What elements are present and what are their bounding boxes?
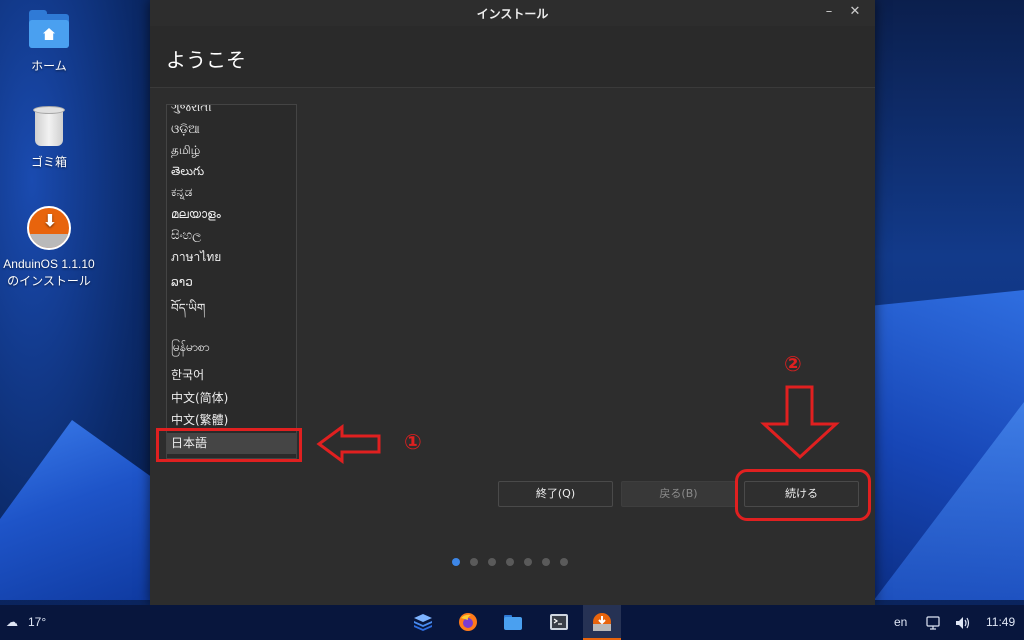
language-item[interactable]: 中文(简体)	[167, 388, 296, 409]
page-dot	[524, 558, 532, 566]
desktop-icon-label: ホーム	[31, 59, 67, 73]
language-item[interactable]: ລາວ	[167, 272, 296, 293]
language-item[interactable]: മലയാളം	[167, 204, 296, 225]
language-item[interactable]: 한국어	[167, 365, 296, 386]
language-item[interactable]: မြန်မာစာ	[167, 337, 296, 358]
cloud-icon: ☁	[6, 615, 18, 629]
taskbar-app-terminal[interactable]	[540, 605, 578, 640]
desktop-icon-label-line1: AnduinOS 1.1.10	[3, 257, 95, 271]
taskbar: ☁ 17° en 11:49	[0, 605, 1024, 640]
files-stack-icon	[414, 614, 432, 631]
window-title: インストール	[476, 7, 549, 21]
content-area: ગુજરાતી ଓଡ଼ିଆ தமிழ் తెలుగు ಕನ್ನಡ മലയാളം …	[150, 88, 875, 605]
desktop-icon-installer[interactable]: ⬇ AnduinOS 1.1.10 のインストール	[0, 206, 104, 290]
page-dot	[560, 558, 568, 566]
anduin-installer-icon: ⬇	[27, 206, 71, 250]
language-item[interactable]: ಕನ್ನಡ	[167, 182, 296, 203]
volume-icon[interactable]	[955, 616, 971, 630]
desktop-icon-trash[interactable]: ゴミ箱	[0, 104, 104, 171]
language-item[interactable]: བོད་ཡིག	[167, 298, 296, 319]
terminal-icon	[550, 614, 568, 630]
annotation-highlight-language	[156, 428, 302, 462]
language-item[interactable]: ગુજરાતી	[167, 105, 296, 118]
desktop-icon-label-line2: のインストール	[7, 274, 91, 288]
page-title: ようこそ	[166, 48, 246, 72]
close-icon[interactable]: ✕	[847, 4, 863, 20]
page-dot	[542, 558, 550, 566]
keyboard-language[interactable]: en	[894, 605, 907, 640]
folder-icon	[504, 615, 522, 630]
language-item[interactable]: ภาษาไทย	[167, 247, 296, 268]
taskbar-app-firefox[interactable]	[449, 605, 487, 640]
annotation-step-2: ②	[784, 352, 802, 376]
annotation-step-1: ①	[404, 430, 422, 454]
page-dot-active	[452, 558, 460, 566]
firefox-icon	[459, 613, 477, 631]
page-dot	[470, 558, 478, 566]
minimize-icon[interactable]: –	[821, 4, 837, 20]
annotation-arrow-down-icon	[760, 385, 840, 460]
annotation-arrow-left-icon	[316, 424, 381, 464]
back-button[interactable]: 戻る(B)	[621, 481, 736, 507]
language-item[interactable]: தமிழ்	[167, 140, 296, 161]
language-item[interactable]: සිංහල	[167, 225, 296, 246]
trash-icon	[27, 104, 71, 148]
weather-temperature: 17°	[28, 615, 47, 629]
clock[interactable]: 11:49	[986, 605, 1015, 640]
anduin-installer-icon	[593, 613, 611, 631]
taskbar-app-installer[interactable]	[583, 605, 621, 640]
language-item[interactable]: ଓଡ଼ିଆ	[167, 119, 296, 140]
taskbar-app-files[interactable]	[494, 605, 532, 640]
page-header: ようこそ	[150, 26, 875, 88]
language-list[interactable]: ગુજરાતી ଓଡ଼ିଆ தமிழ் తెలుగు ಕನ್ನಡ മലയാളം …	[166, 104, 297, 459]
page-dot	[488, 558, 496, 566]
page-dot	[506, 558, 514, 566]
annotation-highlight-continue	[735, 469, 871, 521]
desktop-icon-home[interactable]: ホーム	[0, 8, 104, 75]
home-folder-icon	[27, 8, 71, 52]
titlebar[interactable]: インストール – ✕	[150, 0, 875, 26]
taskbar-app-stack[interactable]	[404, 605, 442, 640]
quit-button[interactable]: 終了(Q)	[498, 481, 613, 507]
language-item[interactable]: తెలుగు	[167, 161, 296, 182]
network-icon[interactable]	[926, 616, 942, 630]
desktop-icon-label: ゴミ箱	[30, 155, 67, 169]
